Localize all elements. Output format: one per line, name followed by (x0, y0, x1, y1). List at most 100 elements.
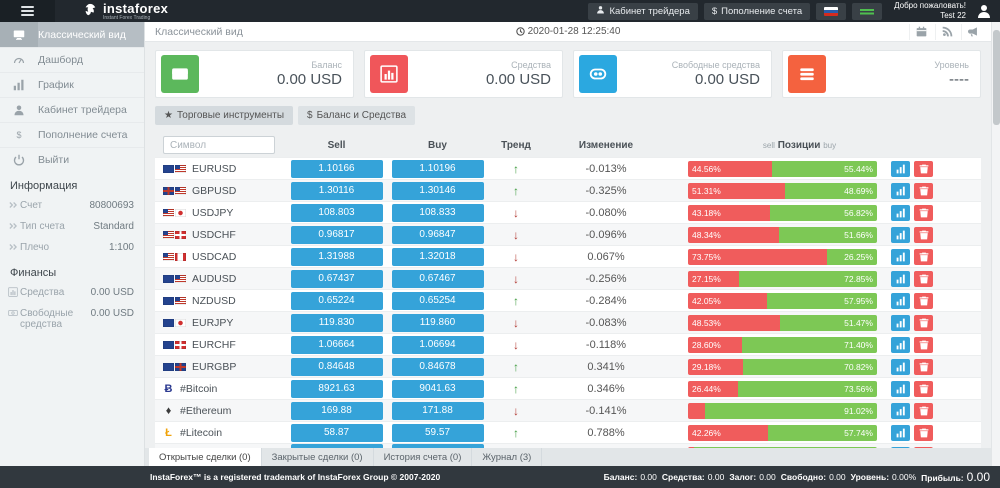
positions-sell-segment (688, 403, 705, 419)
us-flag-icon (163, 253, 174, 261)
remove-symbol-button[interactable] (914, 249, 933, 265)
symbol-flags: Ƀ (163, 383, 174, 395)
binoculars-icon (579, 55, 617, 93)
open-chart-button[interactable] (891, 183, 910, 199)
sidebar-item-график[interactable]: График (0, 72, 144, 97)
buy-price-button[interactable]: 1.10196 (392, 160, 484, 178)
buy-price-button[interactable]: 1.30146 (392, 182, 484, 200)
remove-symbol-button[interactable] (914, 403, 933, 419)
symbol-name: USDCHF (192, 229, 236, 241)
avatar-icon[interactable] (976, 3, 992, 19)
deposit-button[interactable]: $ Пополнение счета (704, 3, 810, 20)
us-flag-icon (175, 297, 186, 305)
sell-price-button[interactable]: 1.06664 (291, 336, 383, 354)
buy-price-button[interactable]: 1.06694 (392, 336, 484, 354)
sidebar-item-выйти[interactable]: Выйти (0, 147, 144, 172)
open-chart-button[interactable] (891, 315, 910, 331)
open-chart-button[interactable] (891, 161, 910, 177)
symbol-name: USDCAD (192, 251, 236, 263)
buy-price-button[interactable]: 9041.63 (392, 380, 484, 398)
sidebar-item-пополнение-счета[interactable]: $ Пополнение счета (0, 122, 144, 147)
open-chart-button[interactable] (891, 403, 910, 419)
buy-price-button[interactable]: 1.32018 (392, 248, 484, 266)
language-alt-button[interactable] (852, 3, 882, 20)
sell-price-button[interactable]: 1.30116 (291, 182, 383, 200)
sell-price-button[interactable]: 58.87 (291, 424, 383, 442)
trading-instruments-button[interactable]: ★ Торговые инструменты (155, 106, 293, 125)
open-chart-button[interactable] (891, 205, 910, 221)
sidebar-item-дашборд[interactable]: Дашборд (0, 47, 144, 72)
sell-price-button[interactable]: 0.65224 (291, 292, 383, 310)
sidebar-item-кабинет-трейдера[interactable]: Кабинет трейдера (0, 97, 144, 122)
balance-equity-button[interactable]: $ Баланс и Средства (298, 106, 415, 125)
open-chart-button[interactable] (891, 425, 910, 441)
remove-symbol-button[interactable] (914, 315, 933, 331)
open-chart-button[interactable] (891, 249, 910, 265)
sell-price-button[interactable]: 1.31988 (291, 248, 383, 266)
us-flag-icon (175, 187, 186, 195)
buy-price-button[interactable]: 59.57 (392, 424, 484, 442)
buy-price-button[interactable]: 119.860 (392, 314, 484, 332)
vertical-scrollbar[interactable] (991, 22, 1000, 466)
sell-price-button[interactable]: 0.67437 (291, 270, 383, 288)
calendar-icon[interactable] (909, 24, 933, 40)
tab-0[interactable]: Открытые сделки (0) (149, 448, 262, 466)
buy-price-button[interactable]: 108.833 (392, 204, 484, 222)
sell-price-button[interactable]: 119.830 (291, 314, 383, 332)
tab-1[interactable]: Закрытые сделки (0) (262, 448, 374, 466)
power-icon (0, 154, 38, 166)
sell-price-button[interactable]: 169.88 (291, 402, 383, 420)
open-chart-button[interactable] (891, 381, 910, 397)
buy-price-button[interactable]: 0.96847 (392, 226, 484, 244)
remove-symbol-button[interactable] (914, 227, 933, 243)
quote-row: USDCAD 1.31988 1.32018 ↓ 0.067% 73.75% 2… (155, 245, 981, 267)
buy-price-button[interactable]: 0.67467 (392, 270, 484, 288)
remove-symbol-button[interactable] (914, 293, 933, 309)
chevrons-icon (8, 242, 20, 255)
open-chart-button[interactable] (891, 271, 910, 287)
menu-toggle-button[interactable] (0, 0, 55, 22)
sidebar-item-классический-вид[interactable]: Классический вид (0, 22, 144, 47)
quote-row: USDCHF 0.96817 0.96847 ↓ -0.096% 48.34% … (155, 223, 981, 245)
megaphone-icon[interactable] (961, 24, 985, 40)
remove-symbol-button[interactable] (914, 161, 933, 177)
tab-2[interactable]: История счета (0) (374, 448, 473, 466)
open-chart-button[interactable] (891, 359, 910, 375)
symbol-flags: ♦ (163, 405, 174, 417)
remove-symbol-button[interactable] (914, 337, 933, 353)
symbol-filter-input[interactable] (163, 136, 275, 154)
buy-price-button[interactable]: 171.88 (392, 402, 484, 420)
sell-price-button[interactable]: 0.84648 (291, 358, 383, 376)
sell-price-button[interactable]: 108.803 (291, 204, 383, 222)
hamburger-icon (21, 4, 34, 18)
tab-3[interactable]: Журнал (3) (472, 448, 542, 466)
open-chart-button[interactable] (891, 227, 910, 243)
remove-symbol-button[interactable] (914, 183, 933, 199)
sell-price-button[interactable]: 0.96817 (291, 226, 383, 244)
trend-arrow-icon: ↓ (513, 338, 519, 352)
jp-flag-icon (175, 209, 186, 217)
language-russian-button[interactable] (816, 3, 846, 20)
positions-sell-segment: 42.26% (688, 425, 768, 441)
remove-symbol-button[interactable] (914, 205, 933, 221)
remove-symbol-button[interactable] (914, 425, 933, 441)
bar-chart-icon (370, 55, 408, 93)
remove-symbol-button[interactable] (914, 359, 933, 375)
remove-symbol-button[interactable] (914, 271, 933, 287)
rss-icon[interactable] (935, 24, 959, 40)
positions-buy-segment: 48.69% (785, 183, 877, 199)
buy-price-button[interactable]: 0.84678 (392, 358, 484, 376)
trader-cabinet-button[interactable]: Кабинет трейдера (588, 3, 697, 20)
trend-arrow-icon: ↑ (513, 360, 519, 374)
jp-flag-icon (175, 319, 186, 327)
card-2: Свободные средства 0.00 USD (573, 50, 772, 98)
sell-price-button[interactable]: 8921.63 (291, 380, 383, 398)
buy-price-button[interactable]: 0.65254 (392, 292, 484, 310)
scrollbar-thumb[interactable] (993, 30, 1000, 125)
open-chart-button[interactable] (891, 337, 910, 353)
sell-price-button[interactable]: 1.10166 (291, 160, 383, 178)
positions-buy-segment: 70.82% (743, 359, 877, 375)
remove-symbol-button[interactable] (914, 381, 933, 397)
eu-flag-icon (163, 363, 174, 371)
open-chart-button[interactable] (891, 293, 910, 309)
